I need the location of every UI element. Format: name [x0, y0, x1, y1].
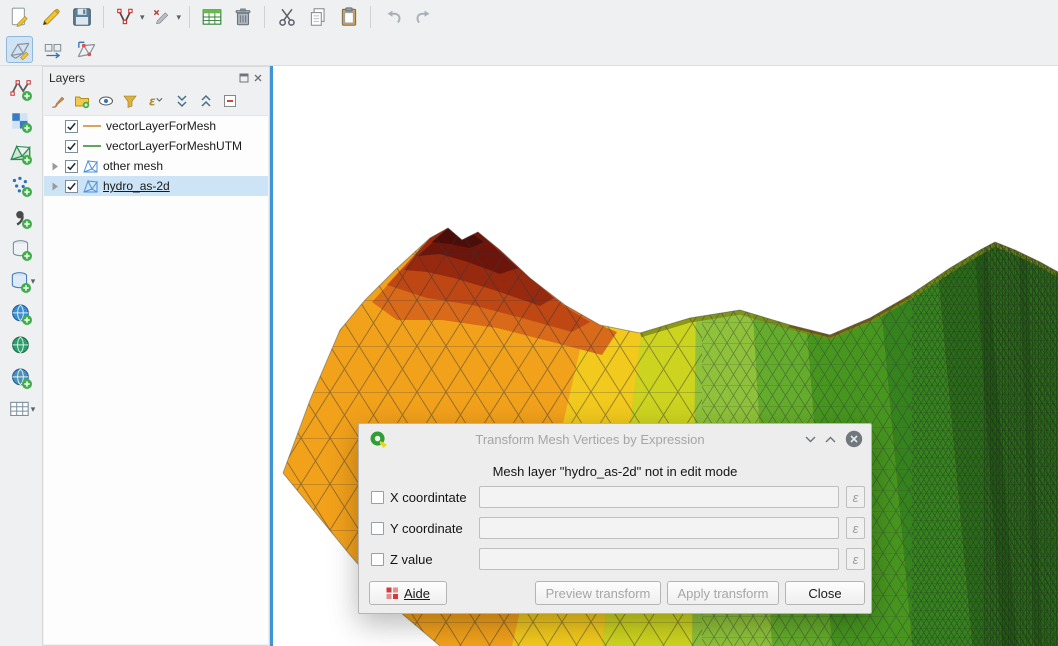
add-virtual-layer-dropdown-icon[interactable]: ▾ [31, 404, 36, 415]
add-postgis-dropdown-icon[interactable]: ▾ [31, 276, 36, 287]
open-layer-styling-icon[interactable] [50, 93, 66, 109]
line-symbol [83, 125, 101, 127]
z-value-label: Z value [390, 552, 433, 567]
layers-panel: Layers ε vectorLayerForMesh vectorLayerF… [42, 66, 270, 646]
apply-transform-button[interactable]: Apply transform [667, 581, 779, 605]
vertex-tool-dropdown-icon[interactable]: ▾ [140, 12, 145, 23]
dialog-titlebar[interactable]: Transform Mesh Vertices by Expression [359, 424, 871, 454]
line-symbol [83, 145, 101, 147]
layer-label: vectorLayerForMesh [106, 119, 216, 133]
mesh-symbol [83, 180, 98, 193]
layer-label: vectorLayerForMeshUTM [106, 139, 242, 153]
dialog-menu-chevron-icon[interactable] [805, 436, 816, 443]
preview-transform-label: Preview transform [546, 586, 651, 601]
help-button[interactable]: Aide [369, 581, 447, 605]
expander-icon[interactable] [50, 182, 60, 191]
transform-mesh-vertices-icon[interactable] [72, 36, 99, 63]
dialog-close-icon[interactable] [845, 430, 863, 448]
toolbar-separator [189, 6, 190, 28]
copy-features-icon[interactable] [304, 4, 331, 31]
layer-tree: vectorLayerForMesh vectorLayerForMeshUTM… [44, 115, 268, 644]
panel-close-icon[interactable] [253, 73, 263, 83]
add-delimited-text-layer-icon[interactable] [8, 204, 35, 231]
expander-icon[interactable] [50, 162, 60, 171]
dialog-message: Mesh layer "hydro_as-2d" not in edit mod… [359, 464, 871, 479]
data-source-toolbar: ▾ ▾ [0, 66, 42, 646]
z-expression-button[interactable]: ε [846, 548, 865, 570]
collapse-all-icon[interactable] [198, 93, 214, 109]
modify-attributes-dropdown-icon[interactable]: ▾ [177, 12, 182, 23]
vertex-tool-icon[interactable] [112, 4, 139, 31]
x-coordinate-checkbox[interactable] [371, 491, 384, 504]
reindex-mesh-icon[interactable] [39, 36, 66, 63]
x-expression-button[interactable]: ε [846, 486, 865, 508]
add-group-icon[interactable] [74, 93, 90, 109]
filter-expression-icon[interactable]: ε [146, 93, 166, 109]
mesh-toolbar [0, 34, 1058, 66]
svg-text:ε: ε [149, 95, 156, 109]
layer-row-other-mesh[interactable]: other mesh [44, 156, 268, 176]
layer-checkbox[interactable] [65, 120, 78, 133]
add-virtual-layer-icon[interactable] [7, 396, 34, 423]
dialog-title: Transform Mesh Vertices by Expression [399, 432, 781, 447]
x-coordinate-input[interactable] [479, 486, 839, 508]
close-button-label: Close [808, 586, 841, 601]
redo-icon[interactable] [410, 4, 437, 31]
y-expression-button[interactable]: ε [846, 517, 865, 539]
help-icon [386, 587, 399, 600]
layer-checkbox[interactable] [65, 140, 78, 153]
preview-transform-button[interactable]: Preview transform [535, 581, 661, 605]
z-value-input[interactable] [479, 548, 839, 570]
manage-map-themes-icon[interactable] [98, 93, 114, 109]
layer-label: other mesh [103, 159, 163, 173]
toolbar-separator [370, 6, 371, 28]
filter-legend-icon[interactable] [122, 93, 138, 109]
add-spatialite-layer-icon[interactable] [8, 236, 35, 263]
toolbar-separator [103, 6, 104, 28]
apply-transform-label: Apply transform [677, 586, 768, 601]
modify-attributes-icon[interactable] [149, 4, 176, 31]
y-coordinate-checkbox[interactable] [371, 522, 384, 535]
z-value-checkbox[interactable] [371, 553, 384, 566]
undo-icon[interactable] [379, 4, 406, 31]
mesh-symbol [83, 160, 98, 173]
add-vector-layer-icon[interactable] [8, 76, 35, 103]
y-coordinate-input[interactable] [479, 517, 839, 539]
digitize-mesh-icon[interactable] [6, 36, 33, 63]
layer-label: hydro_as-2d [103, 179, 170, 193]
qgis-logo-icon [369, 430, 388, 449]
add-wms-layer-icon[interactable] [8, 300, 35, 327]
save-layer-edits-icon[interactable] [68, 4, 95, 31]
add-point-cloud-layer-icon[interactable] [8, 172, 35, 199]
help-button-label: Aide [404, 586, 430, 601]
add-wcs-layer-icon[interactable] [8, 332, 35, 359]
toggle-editing-icon[interactable] [37, 4, 64, 31]
paste-features-icon[interactable] [335, 4, 362, 31]
layers-panel-title: Layers [49, 71, 85, 85]
close-button[interactable]: Close [785, 581, 865, 605]
expand-all-icon[interactable] [174, 93, 190, 109]
add-wfs-layer-icon[interactable] [8, 364, 35, 391]
cut-features-icon[interactable] [273, 4, 300, 31]
add-raster-layer-icon[interactable] [8, 108, 35, 135]
current-edits-icon[interactable] [6, 4, 33, 31]
transform-mesh-dialog: Transform Mesh Vertices by Expression Me… [358, 423, 872, 614]
layer-checkbox[interactable] [65, 180, 78, 193]
delete-selected-icon[interactable] [229, 4, 256, 31]
remove-layer-icon[interactable] [222, 93, 238, 109]
dialog-shade-chevron-icon[interactable] [825, 436, 836, 443]
attribute-table-icon[interactable] [198, 4, 225, 31]
digitizing-toolbar: ▾ ▾ [0, 0, 1058, 34]
layer-row-hydro-as-2d[interactable]: hydro_as-2d [44, 176, 268, 196]
toolbar-separator [264, 6, 265, 28]
add-mesh-layer-icon[interactable] [8, 140, 35, 167]
x-coordinate-label: X coordintate [390, 490, 467, 505]
panel-float-icon[interactable] [239, 73, 249, 83]
layer-checkbox[interactable] [65, 160, 78, 173]
layer-row-vectorLayerForMeshUTM[interactable]: vectorLayerForMeshUTM [44, 136, 268, 156]
layer-row-vectorLayerForMesh[interactable]: vectorLayerForMesh [44, 116, 268, 136]
add-postgis-layer-icon[interactable] [7, 268, 34, 295]
y-coordinate-label: Y coordinate [390, 521, 463, 536]
